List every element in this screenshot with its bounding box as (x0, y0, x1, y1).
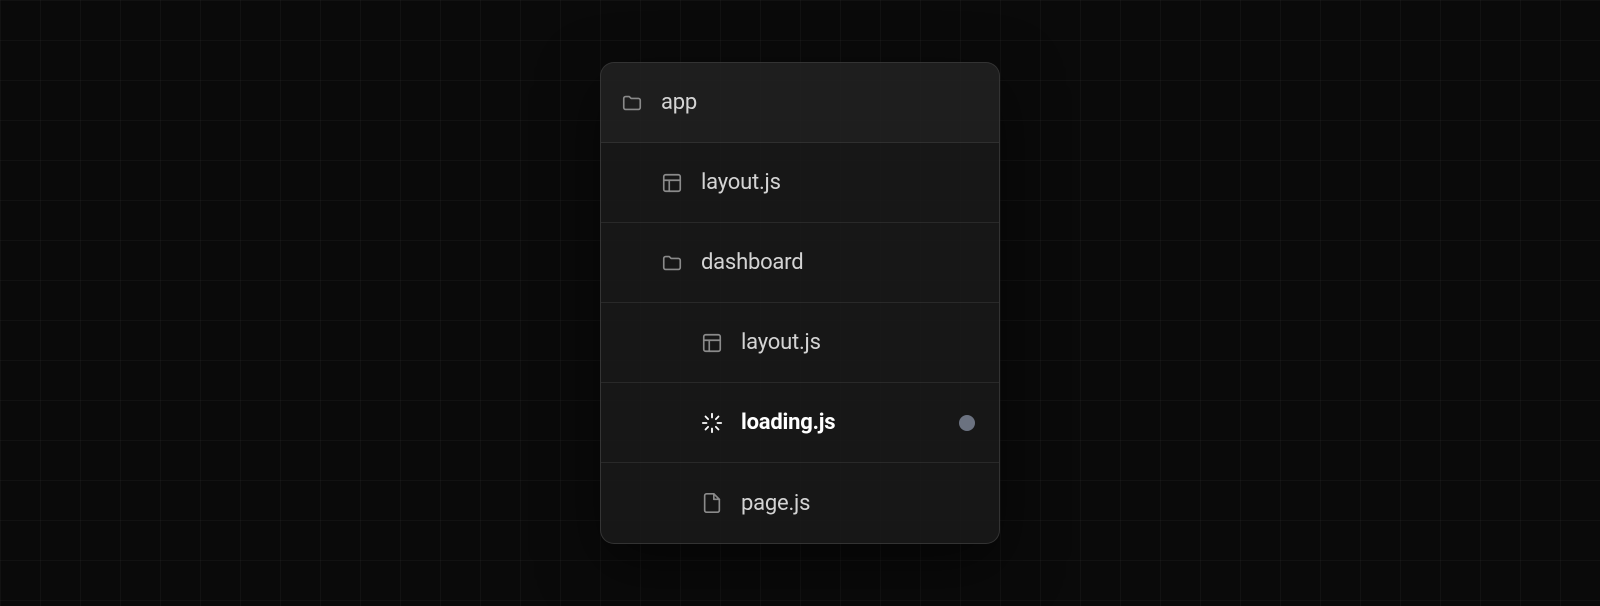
file-icon (701, 492, 723, 514)
layout-icon (701, 332, 723, 354)
tree-item-layout-nested[interactable]: layout.js (601, 303, 999, 383)
folder-icon (621, 92, 643, 114)
tree-item-label: loading.js (741, 410, 835, 435)
tree-item-page[interactable]: page.js (601, 463, 999, 543)
tree-item-label: dashboard (701, 250, 803, 275)
file-tree-panel: app layout.js dashboard layout.j (600, 62, 1000, 544)
tree-item-layout[interactable]: layout.js (601, 143, 999, 223)
folder-icon (661, 252, 683, 274)
tree-item-label: layout.js (701, 170, 781, 195)
modified-indicator-icon (959, 415, 975, 431)
tree-item-loading[interactable]: loading.js (601, 383, 999, 463)
layout-icon (661, 172, 683, 194)
tree-item-label: app (661, 90, 697, 115)
tree-item-label: page.js (741, 491, 810, 516)
spinner-icon (701, 412, 723, 434)
tree-item-dashboard[interactable]: dashboard (601, 223, 999, 303)
tree-item-app[interactable]: app (601, 63, 999, 143)
tree-item-label: layout.js (741, 330, 821, 355)
